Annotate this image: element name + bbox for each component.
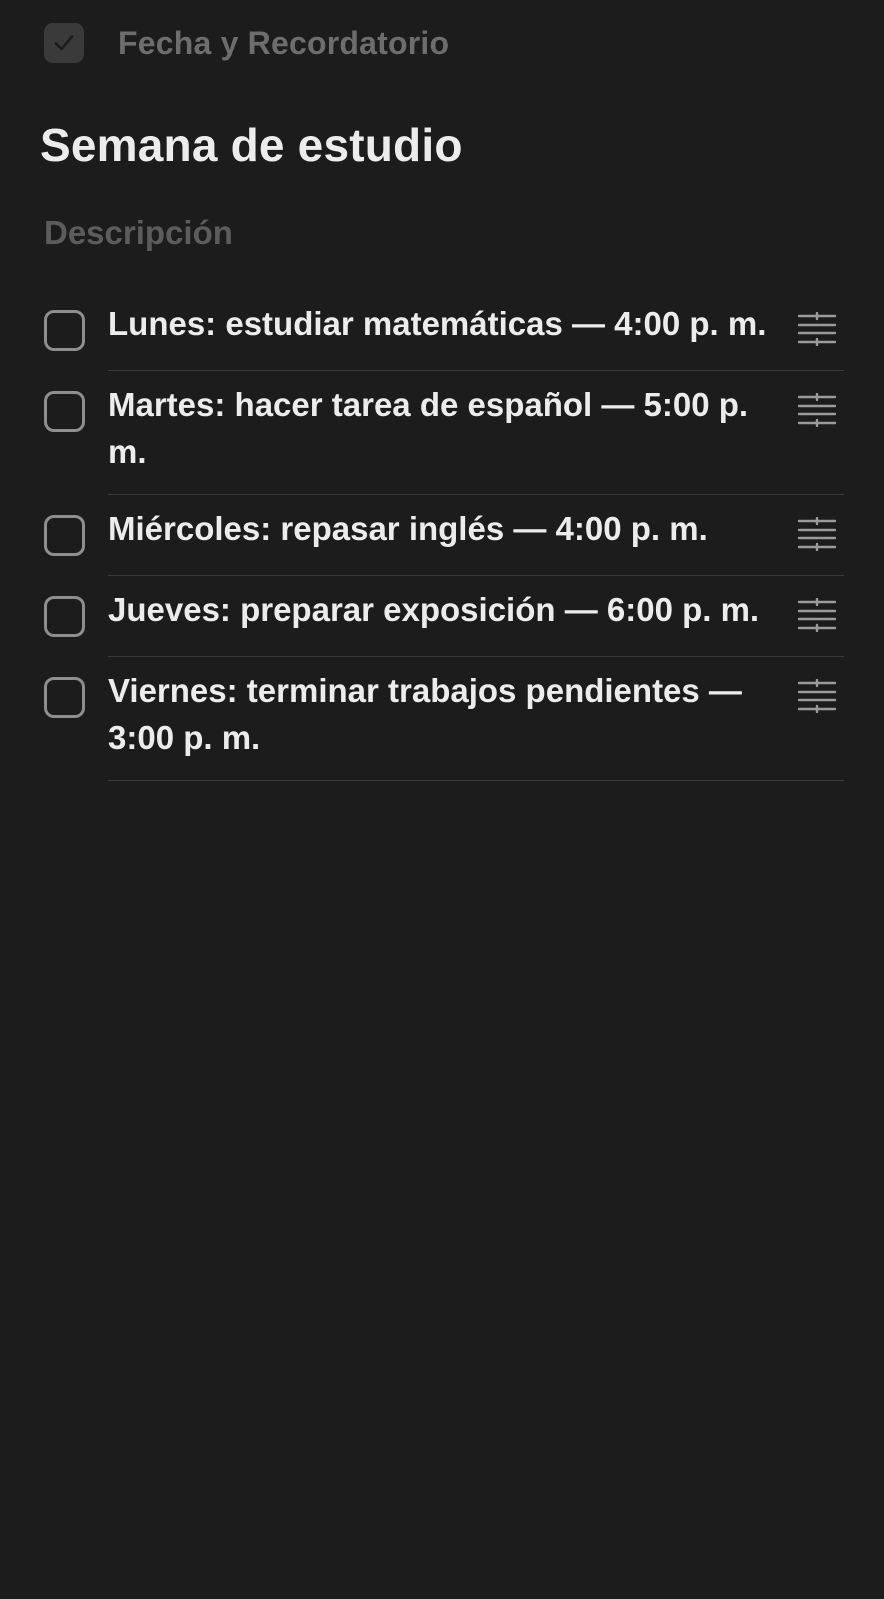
checklist-item-text[interactable]: Lunes: estudiar matemáticas — 4:00 p. m.	[108, 300, 796, 347]
drag-handle-icon[interactable]	[796, 393, 838, 427]
drag-handle-icon[interactable]	[796, 517, 838, 551]
date-reminder-label: Fecha y Recordatorio	[118, 24, 450, 61]
checkbox-empty-icon[interactable]	[44, 677, 85, 718]
checkbox-checked-icon[interactable]	[44, 23, 84, 63]
checklist-item-text[interactable]: Viernes: terminar trabajos pendientes — …	[108, 667, 796, 761]
checkbox-empty-icon[interactable]	[44, 391, 85, 432]
checklist-item: Lunes: estudiar matemáticas — 4:00 p. m.	[0, 290, 884, 371]
note-title[interactable]: Semana de estudio	[40, 118, 463, 172]
description-field[interactable]: Descripción	[44, 214, 233, 252]
checklist-item-text[interactable]: Jueves: preparar exposición — 6:00 p. m.	[108, 586, 796, 633]
drag-handle-icon[interactable]	[796, 312, 838, 346]
checklist-item-text[interactable]: Miércoles: repasar inglés — 4:00 p. m.	[108, 505, 796, 552]
drag-handle-icon[interactable]	[796, 679, 838, 713]
checkmark-icon	[54, 35, 74, 51]
checklist-item-text[interactable]: Martes: hacer tarea de español — 5:00 p.…	[108, 381, 796, 475]
checklist-item: Jueves: preparar exposición — 6:00 p. m.	[0, 576, 884, 657]
checkbox-empty-icon[interactable]	[44, 596, 85, 637]
checklist: Lunes: estudiar matemáticas — 4:00 p. m.…	[0, 290, 884, 781]
checkbox-empty-icon[interactable]	[44, 310, 85, 351]
date-reminder-toggle[interactable]: Fecha y Recordatorio	[44, 22, 449, 64]
checklist-item: Martes: hacer tarea de español — 5:00 p.…	[0, 371, 884, 495]
checkbox-empty-icon[interactable]	[44, 515, 85, 556]
drag-handle-icon[interactable]	[796, 598, 838, 632]
checklist-item: Miércoles: repasar inglés — 4:00 p. m.	[0, 495, 884, 576]
checklist-item: Viernes: terminar trabajos pendientes — …	[0, 657, 884, 781]
